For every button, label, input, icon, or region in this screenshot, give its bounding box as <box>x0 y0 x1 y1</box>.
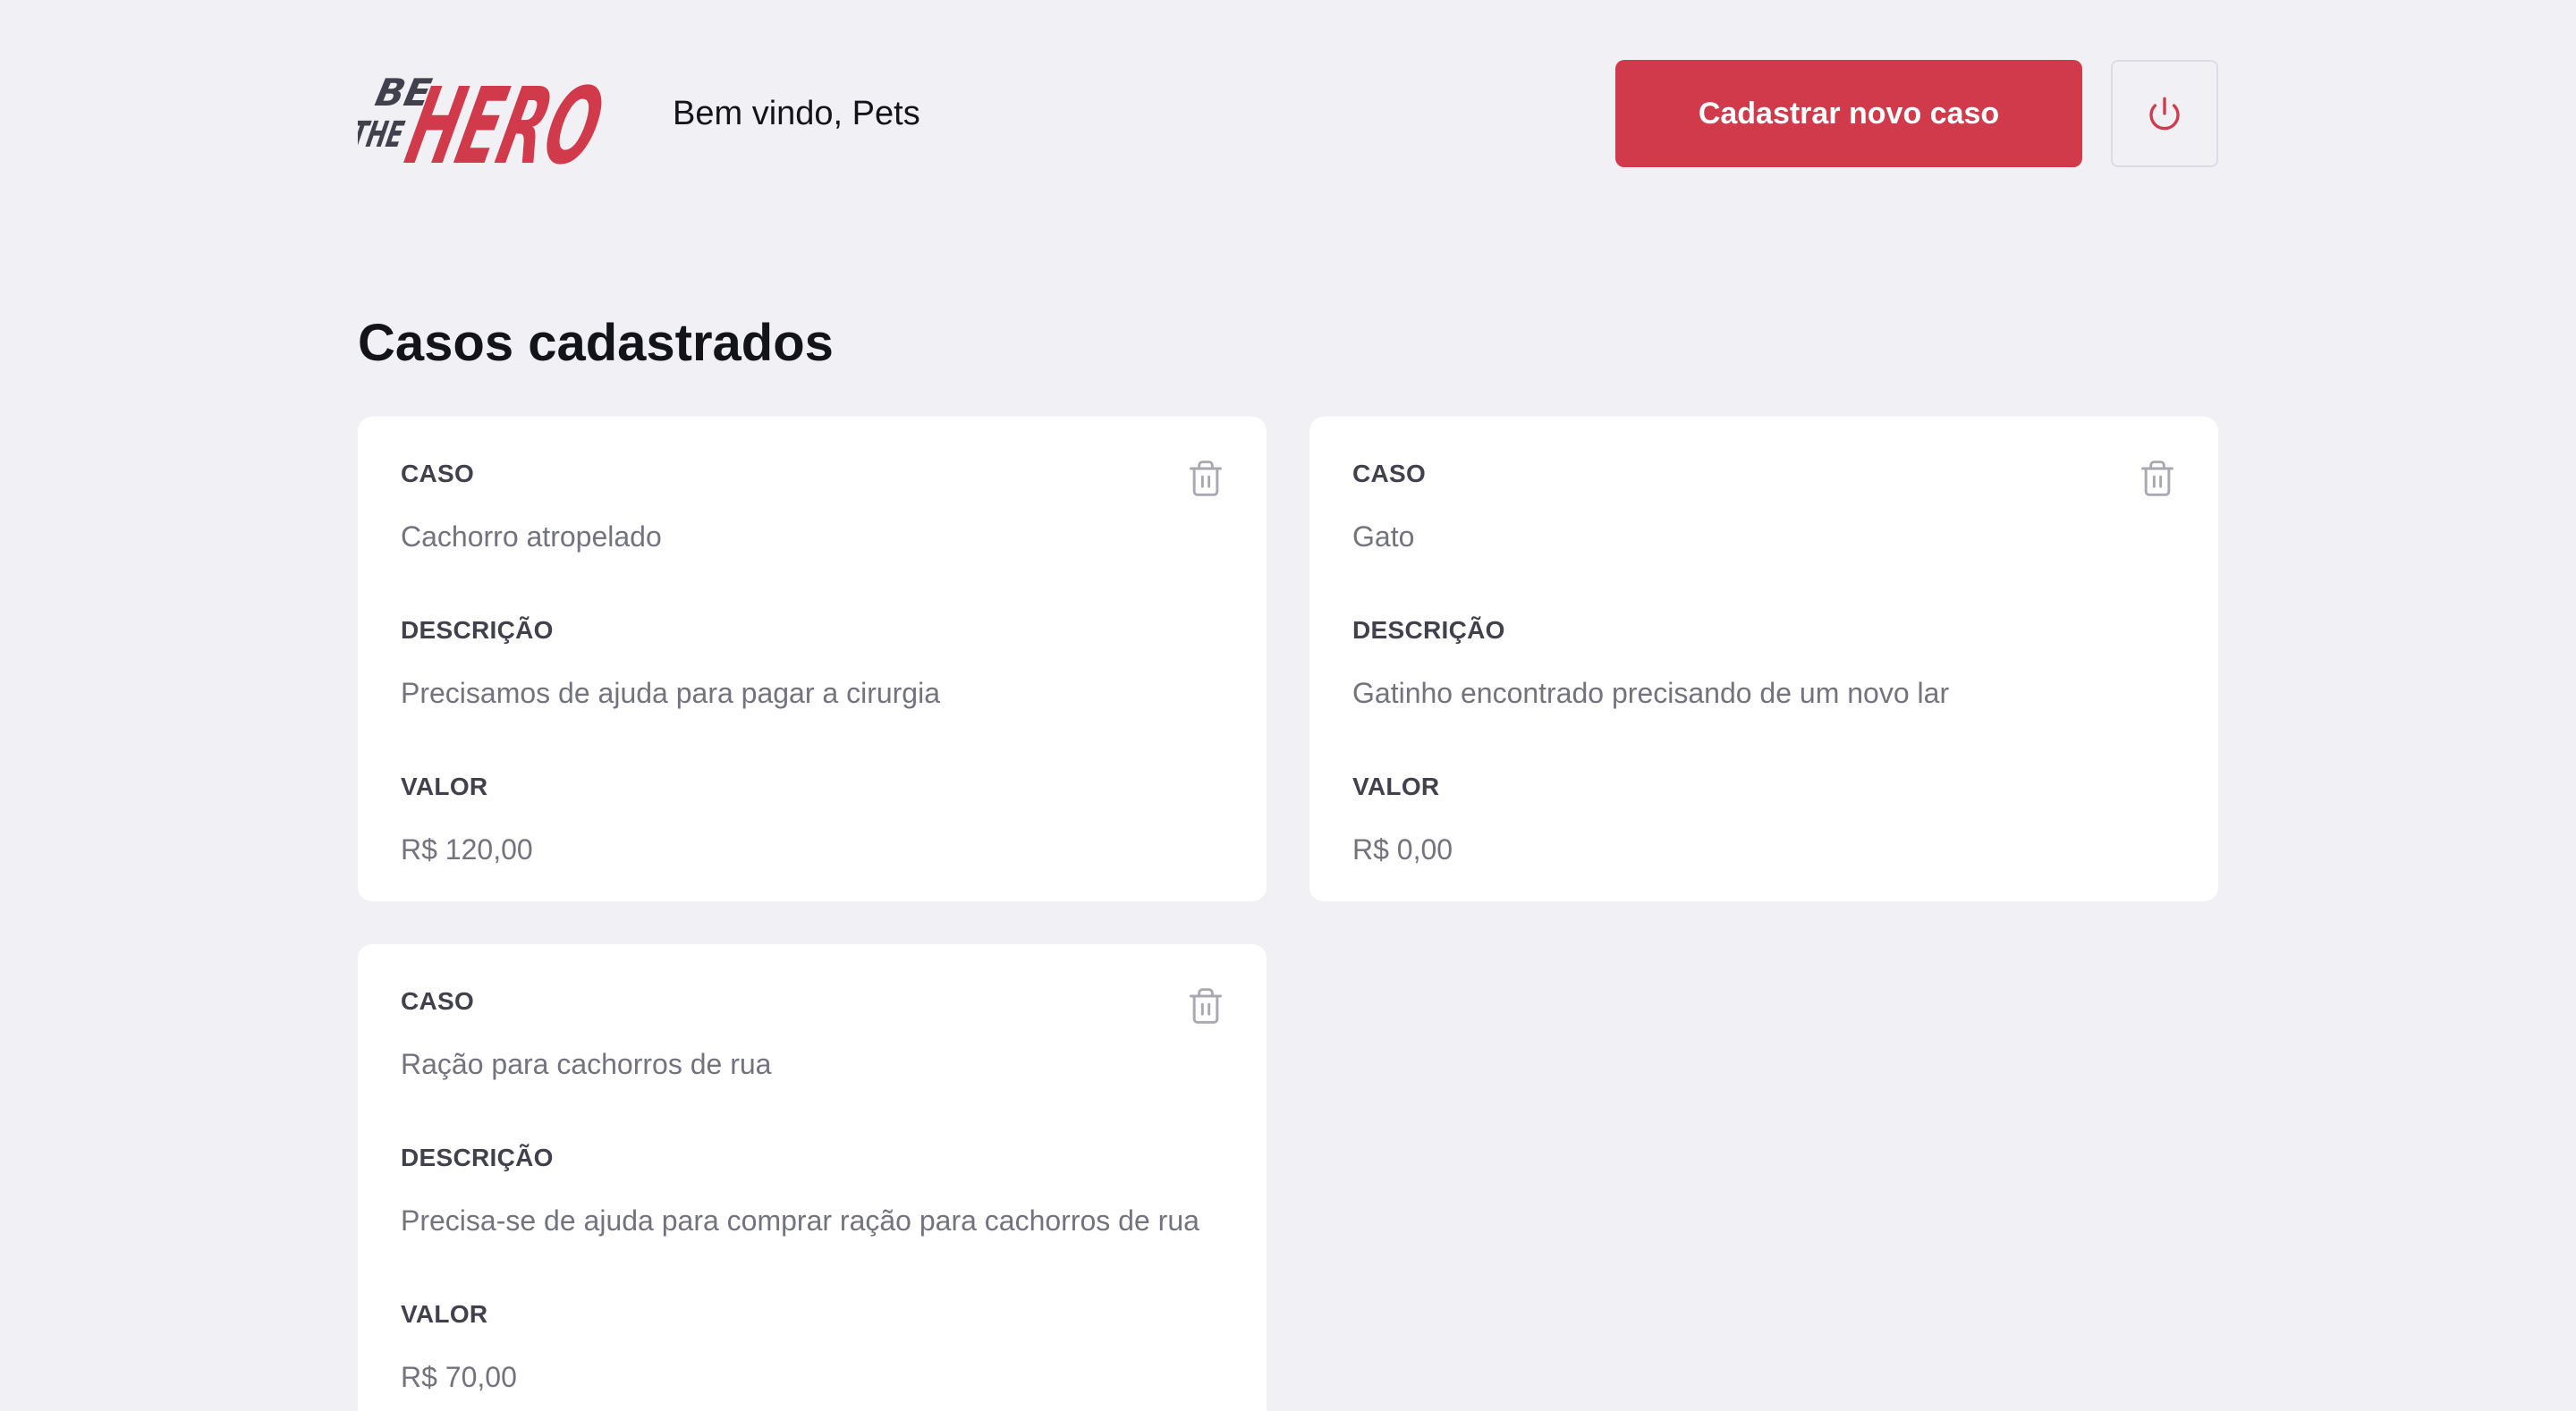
case-value: R$ 0,00 <box>1352 833 1453 866</box>
logout-button[interactable] <box>2111 60 2218 167</box>
delete-case-button[interactable] <box>1184 984 1227 1030</box>
svg-text:THE: THE <box>358 113 408 155</box>
case-value: R$ 120,00 <box>401 833 533 866</box>
value-label: VALOR <box>401 1300 488 1328</box>
be-the-hero-logo: BE THE HERO <box>358 66 614 173</box>
trash-icon <box>2141 460 2174 496</box>
case-value: R$ 70,00 <box>401 1361 517 1393</box>
case-card: CASO Ração para cachorros de rua DESCRIÇ… <box>358 944 1267 1411</box>
svg-text:HERO: HERO <box>395 66 614 173</box>
new-case-button[interactable]: Cadastrar novo caso <box>1615 60 2082 167</box>
case-card: CASO Gato DESCRIÇÃO Gatinho encontrado p… <box>1309 417 2218 901</box>
case-label: CASO <box>1352 460 1427 487</box>
page: BE THE HERO Bem vindo, Pets Cadastrar no… <box>0 0 2576 1411</box>
trash-icon <box>1190 987 1222 1024</box>
value-label: VALOR <box>401 773 488 800</box>
delete-case-button[interactable] <box>2136 456 2179 503</box>
case-description: Gatinho encontrado precisando de um novo… <box>1352 677 1950 709</box>
power-icon <box>2149 97 2180 131</box>
description-label: DESCRIÇÃO <box>401 616 554 644</box>
case-list: CASO Cachorro atropelado DESCRIÇÃO Preci… <box>358 417 2218 1411</box>
case-title: Cachorro atropelado <box>401 520 662 553</box>
case-description: Precisamos de ajuda para pagar a cirurgi… <box>401 677 940 709</box>
case-label: CASO <box>401 987 475 1015</box>
delete-case-button[interactable] <box>1184 456 1227 503</box>
trash-icon <box>1190 460 1222 496</box>
case-label: CASO <box>401 460 475 487</box>
value-label: VALOR <box>1352 773 1440 800</box>
case-title: Ração para cachorros de rua <box>401 1048 772 1080</box>
welcome-text: Bem vindo, Pets <box>673 94 920 132</box>
description-label: DESCRIÇÃO <box>401 1144 554 1171</box>
description-label: DESCRIÇÃO <box>1352 616 1505 644</box>
header: BE THE HERO Bem vindo, Pets Cadastrar no… <box>358 55 2218 173</box>
case-card: CASO Cachorro atropelado DESCRIÇÃO Preci… <box>358 417 1267 901</box>
case-title: Gato <box>1352 520 1415 553</box>
page-title: Casos cadastrados <box>358 314 834 372</box>
case-description: Precisa-se de ajuda para comprar ração p… <box>401 1204 1199 1237</box>
